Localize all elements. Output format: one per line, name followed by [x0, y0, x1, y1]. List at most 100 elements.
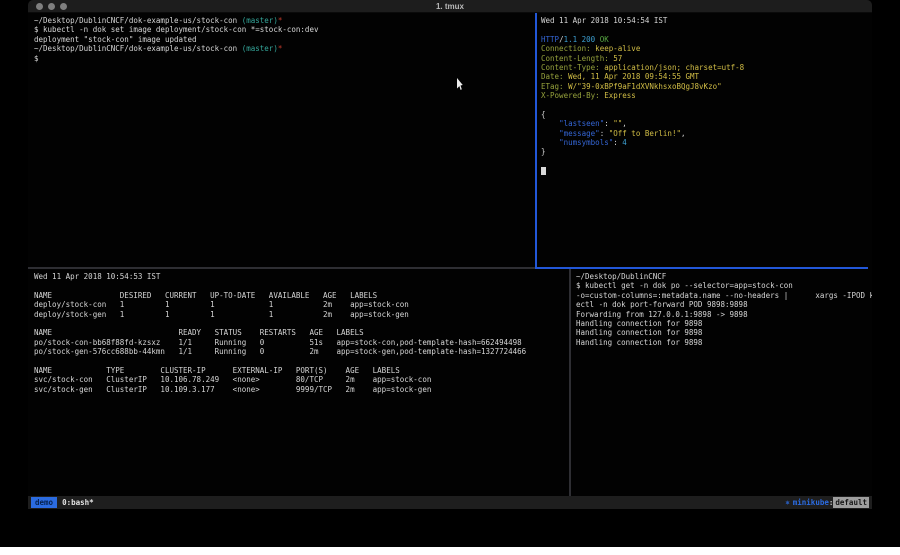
session-name-badge: demo — [31, 497, 57, 508]
pane-top-right-http-response[interactable]: Wed 11 Apr 2018 10:54:54 IST HTTP/1.1 20… — [537, 13, 872, 267]
text-segment: NAME DESIRED CURRENT UP-TO-DATE AVAILABL… — [34, 291, 377, 300]
text-segment: HTTP — [541, 35, 559, 44]
terminal-line: -o=custom-columns=:metadata.name --no-he… — [576, 291, 872, 300]
tmux-window-label[interactable]: 0:bash* — [62, 498, 94, 507]
terminal-line: Handling connection for 9898 — [576, 338, 872, 347]
terminal-line: deploy/stock-gen 1 1 1 1 2m app=stock-ge… — [34, 310, 569, 319]
terminal-line: ETag: W/"39-0xBPf9aF1dXVNkhsxoBQgJ8vKzo" — [541, 82, 872, 91]
text-segment — [541, 138, 559, 147]
text-segment: Handling connection for 9898 — [576, 319, 702, 328]
pane-bottom-left-kubectl-resources[interactable]: Wed 11 Apr 2018 10:54:53 IST NAME DESIRE… — [28, 269, 569, 496]
text-segment — [541, 129, 559, 138]
terminal-line: svc/stock-gen ClusterIP 10.109.3.177 <no… — [34, 385, 569, 394]
text-segment: Wed, 11 Apr 2018 09:54:55 GMT — [564, 72, 699, 81]
pane-top-left-shell[interactable]: ~/Desktop/DublinCNCF/dok-example-us/stoc… — [28, 13, 535, 267]
text-segment: { — [541, 110, 546, 119]
terminal-line: NAME READY STATUS RESTARTS AGE LABELS — [34, 328, 569, 337]
terminal-line: $ kubectl -n dok set image deployment/st… — [34, 25, 535, 34]
terminal-line: po/stock-gen-576cc688bb-44kmn 1/1 Runnin… — [34, 347, 569, 356]
text-segment: svc/stock-con ClusterIP 10.106.78.249 <n… — [34, 375, 431, 384]
text-segment: Content-Type: — [541, 63, 600, 72]
text-segment: Express — [600, 91, 636, 100]
terminal-line: { — [541, 110, 872, 119]
text-segment: deployment "stock-con" image updated — [34, 35, 197, 44]
terminal-line: Forwarding from 127.0.0.1:9898 -> 9898 — [576, 310, 872, 319]
terminal-line: Wed 11 Apr 2018 10:54:54 IST — [541, 16, 872, 25]
text-segment: $ kubectl -n dok set image deployment/st… — [34, 25, 318, 34]
text-segment: $ kubectl get -n dok po --selector=app=s… — [576, 281, 793, 290]
terminal-line: HTTP/1.1 200 OK — [541, 35, 872, 44]
tmux-status-bar: demo 0:bash* ⎈ minikube : default — [28, 496, 872, 509]
pane-bottom-right-port-forward[interactable]: ~/Desktop/DublinCNCF$ kubectl get -n dok… — [571, 269, 872, 496]
text-segment: po/stock-gen-576cc688bb-44kmn 1/1 Runnin… — [34, 347, 526, 356]
text-segment: "numsymbols" — [559, 138, 613, 147]
terminal-line: ectl -n dok port-forward POD 9898:9898 — [576, 300, 872, 309]
text-segment: : — [613, 138, 622, 147]
text-segment: ~/Desktop/DublinCNCF — [576, 272, 666, 281]
terminal-line: Handling connection for 9898 — [576, 328, 872, 337]
terminal-line: "message": "Off to Berlin!", — [541, 129, 872, 138]
kube-context-label: minikube — [793, 498, 829, 507]
terminal-line — [541, 25, 872, 34]
terminal-line: deployment "stock-con" image updated — [34, 35, 535, 44]
text-segment — [541, 119, 559, 128]
terminal-line: ~/Desktop/DublinCNCF — [576, 272, 872, 281]
terminal-line: Content-Length: 57 — [541, 54, 872, 63]
text-segment: , — [681, 129, 686, 138]
terminal-line: NAME TYPE CLUSTER-IP EXTERNAL-IP PORT(S)… — [34, 366, 569, 375]
text-segment: $ — [34, 54, 39, 63]
pane-divider-vertical-bottom[interactable] — [569, 269, 571, 496]
text-segment: Handling connection for 9898 — [576, 328, 702, 337]
kube-namespace-label: default — [833, 497, 869, 508]
text-segment: NAME TYPE CLUSTER-IP EXTERNAL-IP PORT(S)… — [34, 366, 400, 375]
text-segment: * — [278, 44, 283, 53]
terminal-line: deploy/stock-con 1 1 1 1 2m app=stock-co… — [34, 300, 569, 309]
text-cursor — [541, 167, 546, 175]
text-segment: -o=custom-columns=:metadata.name --no-he… — [576, 291, 872, 300]
text-segment: 57 — [609, 54, 623, 63]
text-segment: Content-Length: — [541, 54, 609, 63]
terminal-line — [34, 319, 569, 328]
text-segment: Connection: — [541, 44, 591, 53]
text-segment: X-Powered-By: — [541, 91, 600, 100]
terminal-line: ~/Desktop/DublinCNCF/dok-example-us/stoc… — [34, 16, 535, 25]
terminal-line: $ — [34, 54, 535, 63]
terminal-line — [541, 101, 872, 110]
terminal-line: Handling connection for 9898 — [576, 319, 872, 328]
pane-divider-horizontal[interactable] — [28, 267, 535, 269]
text-segment: application/json; charset=utf-8 — [600, 63, 745, 72]
text-segment: Forwarding from 127.0.0.1:9898 -> 9898 — [576, 310, 748, 319]
text-segment: ~/Desktop/DublinCNCF/dok-example-us/stoc… — [34, 44, 242, 53]
text-segment: W/"39-0xBPf9aF1dXVNkhsxoBQgJ8vKzo" — [564, 82, 722, 91]
window-title: 1. tmux — [28, 2, 872, 11]
text-segment: * — [278, 16, 283, 25]
text-segment: : — [600, 129, 609, 138]
text-segment: Date: — [541, 72, 564, 81]
text-segment: deploy/stock-gen 1 1 1 1 2m app=stock-ge… — [34, 310, 409, 319]
text-segment: "lastseen" — [559, 119, 604, 128]
terminal-line: Date: Wed, 11 Apr 2018 09:54:55 GMT — [541, 72, 872, 81]
text-segment: OK — [600, 35, 609, 44]
terminal-line: svc/stock-con ClusterIP 10.106.78.249 <n… — [34, 375, 569, 384]
text-segment: Handling connection for 9898 — [576, 338, 702, 347]
text-segment: "Off to Berlin!" — [609, 129, 681, 138]
terminal-line — [541, 157, 872, 166]
terminal-line: po/stock-con-bb68f88fd-kzsxz 1/1 Running… — [34, 338, 569, 347]
text-segment: } — [541, 147, 546, 156]
pane-divider-horizontal-active[interactable] — [535, 267, 868, 269]
text-segment: keep-alive — [591, 44, 641, 53]
terminal-line: X-Powered-By: Express — [541, 91, 872, 100]
terminal-window: 1. tmux ~/Desktop/DublinCNCF/dok-example… — [28, 0, 872, 509]
pane-divider-vertical-top-active[interactable] — [535, 13, 537, 269]
window-titlebar: 1. tmux — [28, 0, 872, 13]
text-segment: svc/stock-gen ClusterIP 10.109.3.177 <no… — [34, 385, 431, 394]
text-segment: "" — [613, 119, 622, 128]
terminal-line — [34, 281, 569, 290]
text-segment: (master) — [242, 16, 278, 25]
terminal-line — [541, 166, 872, 175]
text-segment: 1.1 200 — [564, 35, 596, 44]
terminal-line: ~/Desktop/DublinCNCF/dok-example-us/stoc… — [34, 44, 535, 53]
terminal-line: Connection: keep-alive — [541, 44, 872, 53]
terminal-line: Content-Type: application/json; charset=… — [541, 63, 872, 72]
tmux-session: ~/Desktop/DublinCNCF/dok-example-us/stoc… — [28, 13, 872, 496]
